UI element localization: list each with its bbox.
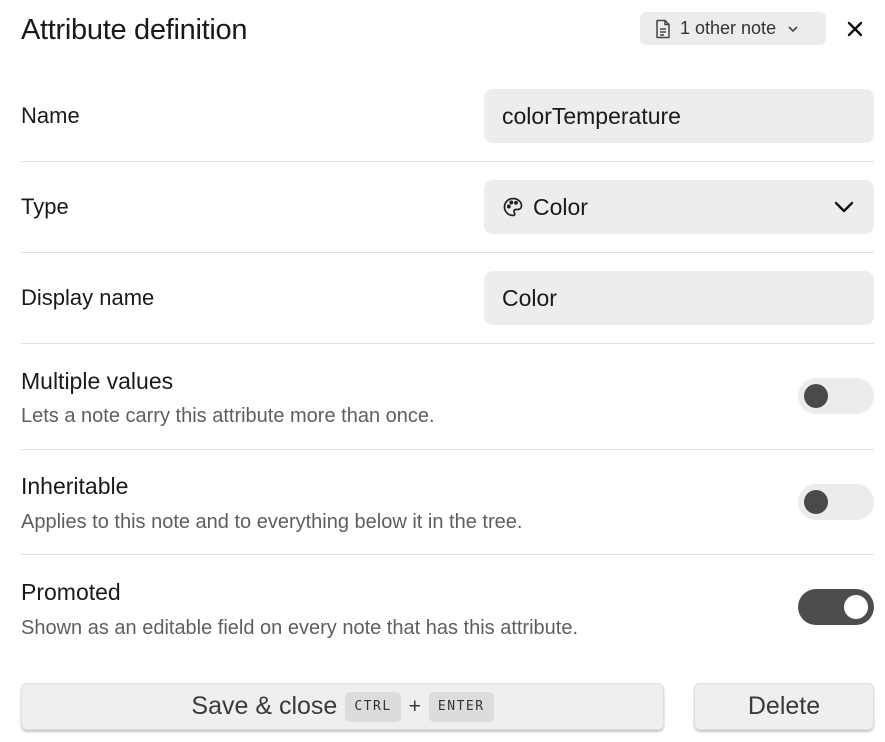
type-label: Type [21, 194, 69, 219]
document-icon [654, 19, 672, 39]
toggle-knob [804, 384, 828, 408]
dialog-title: Attribute definition [21, 14, 248, 46]
divider [21, 449, 874, 450]
type-select[interactable]: Color [484, 180, 874, 234]
delete-label: Delete [747, 692, 821, 720]
other-notes-button[interactable]: 1 other note [640, 12, 826, 45]
inheritable-toggle[interactable] [798, 484, 874, 520]
type-value: Color [533, 193, 588, 220]
display-name-input[interactable] [484, 271, 874, 325]
promoted-description: Shown as an editable field on every note… [21, 617, 579, 639]
chevron-down-icon [832, 195, 856, 219]
save-close-button[interactable]: Save & close CTRL + ENTER [21, 683, 664, 730]
chevron-down-icon [786, 22, 800, 36]
inheritable-title: Inheritable [21, 473, 129, 499]
other-notes-label: 1 other note [680, 18, 777, 38]
toggle-knob [804, 490, 828, 514]
divider [21, 554, 874, 555]
enter-key-hint: ENTER [428, 691, 494, 722]
divider [21, 161, 874, 162]
multiple-values-title: Multiple values [21, 368, 174, 394]
divider [21, 252, 874, 253]
multiple-values-toggle[interactable] [798, 378, 874, 414]
toggle-knob [844, 595, 868, 619]
save-close-label: Save & close [191, 692, 338, 720]
delete-button[interactable]: Delete [694, 683, 874, 730]
multiple-values-description: Lets a note carry this attribute more th… [21, 405, 435, 427]
name-label: Name [21, 103, 80, 128]
promoted-title: Promoted [21, 579, 121, 605]
ctrl-key-hint: CTRL [345, 691, 401, 722]
palette-icon [502, 196, 524, 218]
shortcut-plus: + [408, 694, 421, 718]
divider [21, 343, 874, 344]
inheritable-description: Applies to this note and to everything b… [21, 511, 523, 533]
promoted-toggle[interactable] [798, 589, 874, 625]
close-icon[interactable] [844, 18, 866, 40]
display-name-label: Display name [21, 285, 155, 310]
name-input[interactable] [484, 89, 874, 143]
